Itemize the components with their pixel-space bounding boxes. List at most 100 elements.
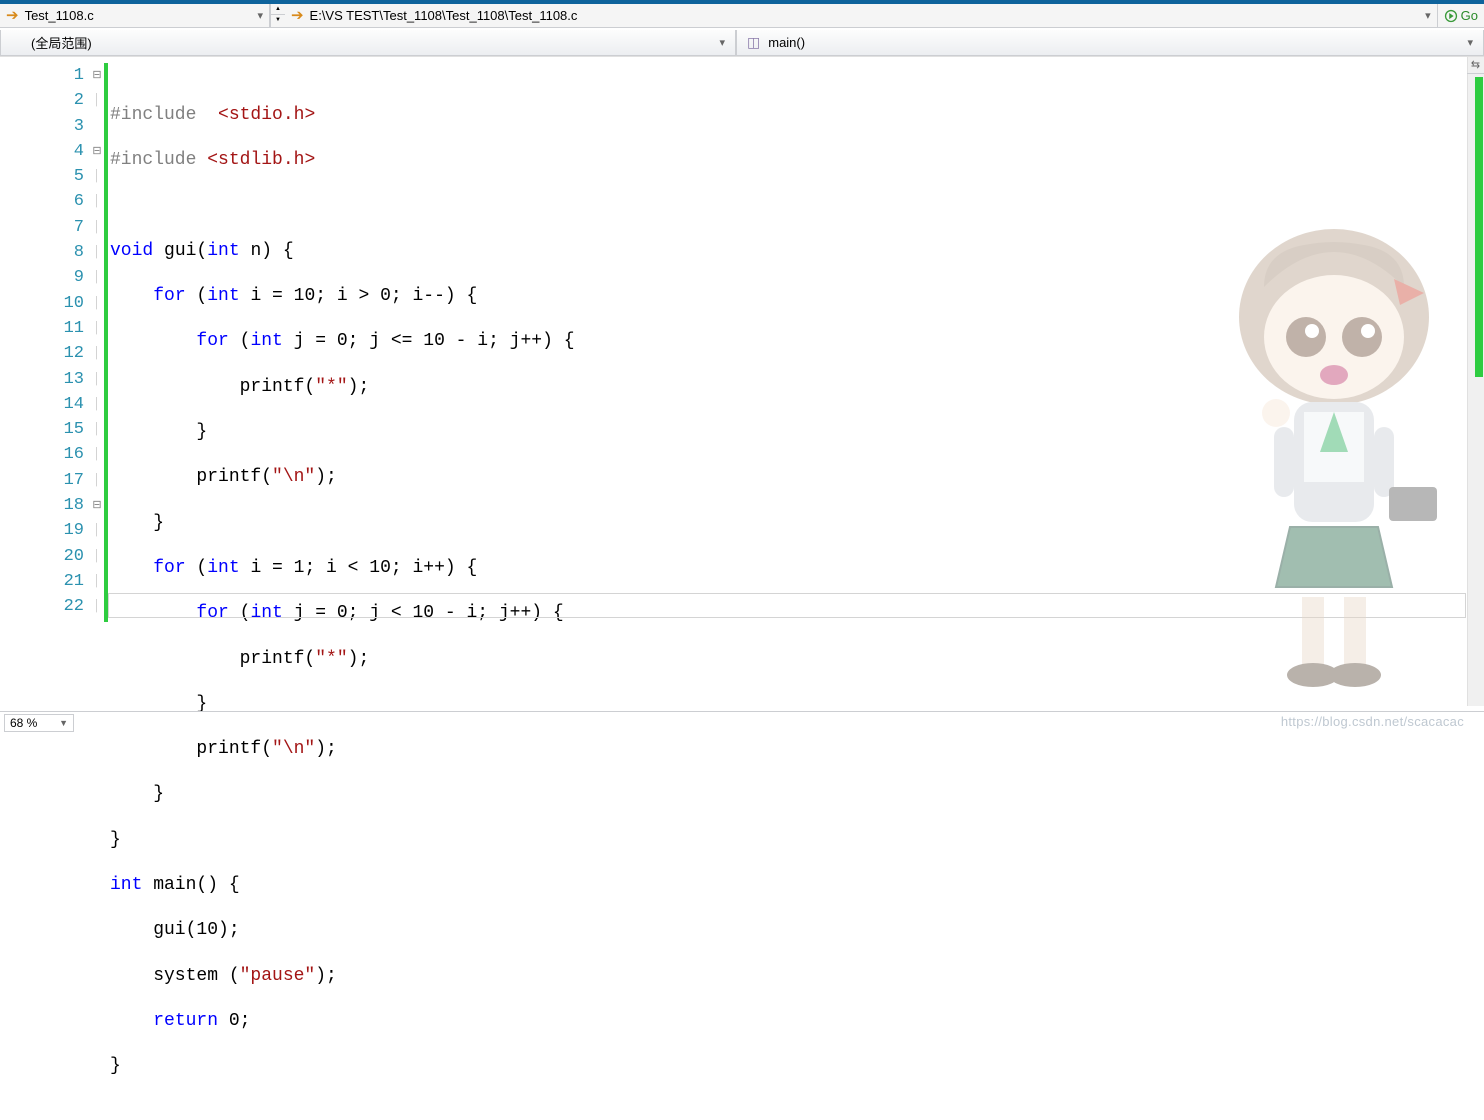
code-line: int main() { [110,873,1484,898]
code-line: for (int i = 1; i < 10; i++) { [110,556,1484,581]
line-number: 18 [0,493,90,518]
fold-toggle[interactable]: ⊟ [90,63,104,88]
code-line: system ("pause"); [110,964,1484,989]
fold-guide: │ [90,341,104,366]
code-line: printf("\n"); [110,465,1484,490]
path-bar: ➔ Test_1108.c ▾ ▲ ▼ ➔ E:\VS TEST\Test_11… [0,4,1484,28]
member-label: main() [768,35,805,50]
line-number: 14 [0,392,90,417]
overview-ruler [1475,77,1483,702]
line-number-gutter: 12345678910111213141516171819202122 [0,57,90,706]
code-line: } [110,420,1484,445]
fold-guide: │ [90,367,104,392]
fold-guide: │ [90,291,104,316]
line-number: 15 [0,417,90,442]
chevron-down-icon[interactable]: ▾ [1425,9,1431,22]
line-number: 20 [0,544,90,569]
fold-toggle[interactable]: ⊟ [90,493,104,518]
code-line: #include <stdio.h> [110,103,1484,128]
line-number: 9 [0,265,90,290]
fold-guide [90,114,104,139]
chevron-down-icon[interactable]: ▾ [719,36,725,49]
line-number: 16 [0,442,90,467]
fold-guide: │ [90,215,104,240]
arrow-right-icon: ➔ [6,8,19,23]
code-line: return 0; [110,1009,1484,1034]
line-number: 4 [0,139,90,164]
editor[interactable]: 12345678910111213141516171819202122 ⊟│⊟│… [0,56,1484,706]
watermark-text: https://blog.csdn.net/scacacac [1281,714,1464,729]
line-number: 2 [0,88,90,113]
file-crumb[interactable]: ➔ Test_1108.c ▾ [0,4,270,27]
code-line: } [110,511,1484,536]
code-line: for (int j = 0; j <= 10 - i; j++) { [110,329,1484,354]
line-number: 3 [0,114,90,139]
fold-guide: │ [90,88,104,113]
fold-guide: │ [90,240,104,265]
scope-label: (全局范围) [31,33,92,52]
line-number: 10 [0,291,90,316]
fold-guide: │ [90,468,104,493]
go-label: Go [1461,8,1478,23]
line-number: 13 [0,367,90,392]
status-bar: 68 % ▼ https://blog.csdn.net/scacacac [0,711,1484,733]
scope-bar: (全局范围) ▾ ◫ main() ▾ [0,30,1484,56]
fold-column[interactable]: ⊟│⊟│││││││││││││⊟││││ [90,57,104,706]
vertical-scrollbar[interactable]: ⇆ [1467,57,1484,706]
method-icon: ◫ [747,34,760,51]
fold-guide: │ [90,164,104,189]
fold-guide: │ [90,392,104,417]
chevron-down-icon[interactable]: ▾ [257,9,263,22]
code-line: gui(10); [110,918,1484,943]
fold-guide: │ [90,594,104,619]
code-line: printf("*"); [110,375,1484,400]
code-line: } [110,1054,1484,1079]
code-line: for (int j = 0; j < 10 - i; j++) { [110,601,1484,626]
code-area[interactable]: #include <stdio.h> #include <stdlib.h> v… [108,57,1484,706]
fold-guide: │ [90,544,104,569]
line-number: 5 [0,164,90,189]
path-crumb-label: E:\VS TEST\Test_1108\Test_1108\Test_1108… [310,8,578,23]
file-crumb-label: Test_1108.c [25,8,94,23]
fold-guide: │ [90,189,104,214]
code-line: } [110,782,1484,807]
fold-guide: │ [90,442,104,467]
line-number: 12 [0,341,90,366]
line-number: 1 [0,63,90,88]
change-mark [1475,77,1483,377]
fold-toggle[interactable]: ⊟ [90,139,104,164]
zoom-value: 68 % [10,716,37,730]
code-line: for (int i = 10; i > 0; i--) { [110,284,1484,309]
go-icon [1444,9,1458,23]
code-line [110,194,1484,219]
code-line: printf("\n"); [110,737,1484,762]
code-line: void gui(int n) { [110,239,1484,264]
split-icon[interactable]: ⇆ [1467,57,1484,74]
code-line: printf("*"); [110,647,1484,672]
history-nav[interactable]: ▲ ▼ [270,4,285,27]
line-number: 11 [0,316,90,341]
line-number: 22 [0,594,90,619]
line-number: 8 [0,240,90,265]
chevron-down-icon[interactable]: ▾ [1467,36,1473,49]
go-button[interactable]: Go [1438,4,1484,27]
member-dropdown[interactable]: ◫ main() ▾ [736,30,1484,55]
fold-guide: │ [90,518,104,543]
chevron-down-icon[interactable]: ▼ [59,718,68,728]
zoom-dropdown[interactable]: 68 % ▼ [4,714,74,732]
fold-guide: │ [90,316,104,341]
arrow-right-icon: ➔ [291,8,304,23]
line-number: 19 [0,518,90,543]
line-number: 21 [0,569,90,594]
fold-guide: │ [90,569,104,594]
code-line: #include <stdlib.h> [110,148,1484,173]
code-line: } [110,828,1484,853]
chevron-down-icon[interactable]: ▼ [271,15,285,25]
line-number: 6 [0,189,90,214]
fold-guide: │ [90,417,104,442]
line-number: 17 [0,468,90,493]
chevron-up-icon[interactable]: ▲ [271,4,285,15]
fold-guide: │ [90,265,104,290]
scope-dropdown[interactable]: (全局范围) ▾ [0,30,736,55]
path-crumb[interactable]: ➔ E:\VS TEST\Test_1108\Test_1108\Test_11… [285,4,1438,27]
